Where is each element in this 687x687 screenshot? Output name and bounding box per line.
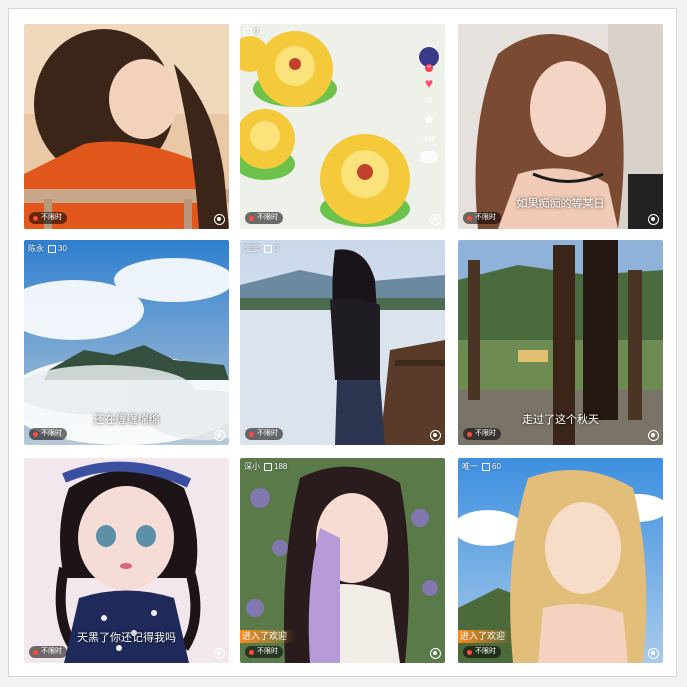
location-icon[interactable] bbox=[648, 430, 659, 441]
author-avatar[interactable] bbox=[418, 46, 440, 72]
viewer-icon bbox=[264, 244, 272, 253]
badge-dot bbox=[33, 431, 38, 437]
badge-label: 不限时 bbox=[41, 648, 62, 655]
tile-header: 宝宝 0 bbox=[244, 243, 278, 254]
author-name: 宝宝 bbox=[244, 244, 260, 253]
video-tile-2[interactable]: 0 ♥ 18 ★ 收藏 不限时 bbox=[240, 24, 445, 229]
entry-banner: 进入了欢迎 bbox=[458, 630, 514, 643]
tile-header: 陈永 30 bbox=[28, 243, 67, 254]
location-icon[interactable] bbox=[214, 430, 225, 441]
tile-header: 深小 188 bbox=[244, 461, 287, 472]
tile-header: 0 bbox=[244, 27, 258, 36]
location-icon[interactable] bbox=[430, 430, 441, 441]
time-badge: 不限时 bbox=[29, 428, 67, 440]
badge-dot bbox=[249, 215, 254, 221]
author-name: 深小 bbox=[244, 462, 260, 471]
time-badge: 不限时 bbox=[463, 646, 501, 658]
thumbnail-lake-girl bbox=[240, 240, 445, 445]
badge-label: 不限时 bbox=[475, 648, 496, 655]
time-badge: 不限时 bbox=[463, 212, 501, 224]
viewer-count: 30 bbox=[58, 244, 67, 253]
video-caption: 走过了这个秋天 bbox=[522, 414, 599, 426]
badge-dot bbox=[33, 649, 38, 655]
video-caption: 还在缠缠绵绵 bbox=[93, 414, 160, 426]
viewer-icon bbox=[482, 462, 490, 471]
video-tile-9[interactable]: 唯一 60 进入了欢迎 不限时 bbox=[458, 458, 663, 663]
author-name: 陈永 bbox=[28, 244, 44, 253]
viewer-count: 0 bbox=[254, 27, 259, 36]
video-tile-1[interactable]: 不限时 bbox=[24, 24, 229, 229]
collage-frame: 不限时 0 ♥ 18 ★ 收藏 不限时 bbox=[8, 8, 677, 677]
badge-label: 不限时 bbox=[257, 648, 278, 655]
location-icon[interactable] bbox=[214, 214, 225, 225]
badge-dot bbox=[467, 649, 472, 655]
tile-header: 唯一 60 bbox=[462, 461, 501, 472]
entry-banner: 进入了欢迎 bbox=[240, 630, 296, 643]
viewer-icon bbox=[244, 27, 252, 36]
badge-label: 不限时 bbox=[475, 214, 496, 221]
viewer-icon bbox=[264, 462, 272, 471]
badge-label: 不限时 bbox=[475, 430, 496, 437]
time-badge: 不限时 bbox=[29, 646, 67, 658]
video-caption: 如果痴痴的等某日 bbox=[516, 198, 605, 210]
like-count: 18 bbox=[425, 98, 433, 104]
location-icon[interactable] bbox=[214, 648, 225, 659]
badge-dot bbox=[467, 215, 472, 221]
video-tile-6[interactable]: 走过了这个秋天 不限时 bbox=[458, 240, 663, 445]
star-icon[interactable]: ★ bbox=[423, 112, 436, 126]
badge-dot bbox=[249, 649, 254, 655]
video-tile-3[interactable]: 如果痴痴的等某日 不限时 bbox=[458, 24, 663, 229]
location-icon[interactable] bbox=[430, 214, 441, 225]
location-icon[interactable] bbox=[648, 214, 659, 225]
favorite-label: 收藏 bbox=[422, 137, 435, 143]
video-caption: 天黑了你还记得我吗 bbox=[77, 632, 176, 644]
viewer-count: 60 bbox=[492, 462, 501, 471]
location-icon[interactable] bbox=[648, 648, 659, 659]
badge-label: 不限时 bbox=[41, 430, 62, 437]
video-tile-5[interactable]: 宝宝 0 不限时 bbox=[240, 240, 445, 445]
more-icon[interactable] bbox=[420, 151, 438, 163]
video-tile-7[interactable]: 天黑了你还记得我吗 不限时 bbox=[24, 458, 229, 663]
time-badge: 不限时 bbox=[245, 646, 283, 658]
thumbnail-flower-cakes bbox=[240, 24, 445, 229]
side-actions: ♥ 18 ★ 收藏 bbox=[416, 46, 442, 163]
video-tile-8[interactable]: 深小 188 进入了欢迎 不限时 bbox=[240, 458, 445, 663]
viewer-count: 188 bbox=[274, 462, 288, 471]
video-tile-4[interactable]: 陈永 30 还在缠缠绵绵 不限时 bbox=[24, 240, 229, 445]
viewer-icon bbox=[48, 244, 56, 253]
author-name: 唯一 bbox=[462, 462, 478, 471]
time-badge: 不限时 bbox=[29, 212, 67, 224]
viewer-count: 0 bbox=[274, 244, 279, 253]
badge-label: 不限时 bbox=[257, 214, 278, 221]
badge-dot bbox=[249, 431, 254, 437]
badge-label: 不限时 bbox=[41, 214, 62, 221]
time-badge: 不限时 bbox=[463, 428, 501, 440]
time-badge: 不限时 bbox=[245, 212, 283, 224]
time-badge: 不限时 bbox=[245, 428, 283, 440]
badge-dot bbox=[467, 431, 472, 437]
thumbnail-girl-orange bbox=[24, 24, 229, 229]
heart-icon[interactable]: ♥ bbox=[425, 76, 433, 90]
badge-label: 不限时 bbox=[257, 430, 278, 437]
badge-dot bbox=[33, 215, 38, 221]
location-icon[interactable] bbox=[430, 648, 441, 659]
